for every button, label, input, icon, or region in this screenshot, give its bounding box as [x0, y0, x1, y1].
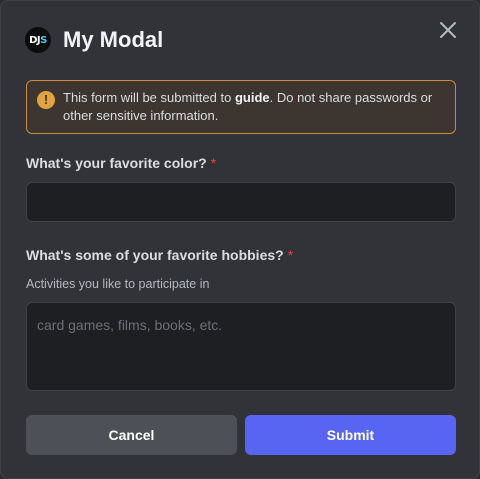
- exclamation-icon: !: [37, 91, 55, 109]
- warning-target: guide: [234, 90, 270, 105]
- hobbies-field-hint: Activities you like to participate in: [26, 277, 210, 291]
- color-field-label: What's your favorite color? *: [26, 155, 216, 171]
- required-marker: *: [287, 247, 294, 263]
- warning-banner: ! This form will be submitted to guide. …: [26, 80, 456, 134]
- modal-title: My Modal: [63, 27, 164, 52]
- hobbies-textarea[interactable]: [26, 302, 456, 391]
- required-marker: *: [210, 155, 217, 171]
- app-logo: DJ S: [25, 27, 51, 53]
- logo-text-right: S: [40, 34, 47, 46]
- cancel-button[interactable]: Cancel: [26, 415, 237, 455]
- modal-header: DJ S My Modal: [25, 27, 163, 53]
- warning-text-before: This form will be submitted to: [63, 90, 235, 105]
- submit-button[interactable]: Submit: [245, 415, 456, 455]
- hobbies-field-label: What's some of your favorite hobbies? *: [26, 247, 293, 263]
- close-icon[interactable]: [437, 19, 459, 41]
- hobbies-field-label-text: What's some of your favorite hobbies?: [26, 247, 284, 263]
- favorite-color-input[interactable]: [26, 182, 456, 222]
- modal-dialog: DJ S My Modal ! This form will be submitt…: [0, 0, 480, 479]
- logo-text-left: DJ: [29, 34, 41, 46]
- color-field-label-text: What's your favorite color?: [26, 155, 207, 171]
